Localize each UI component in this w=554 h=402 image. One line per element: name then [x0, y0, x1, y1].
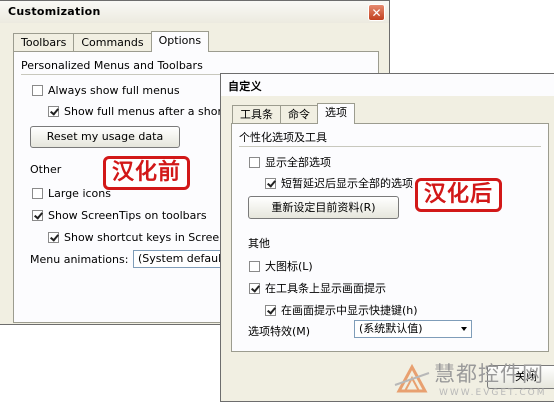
large-icons-checkbox[interactable]: Large icons	[32, 187, 111, 200]
tab-strip: 工具条 命令 选项	[232, 103, 355, 124]
checkbox-box[interactable]	[249, 282, 260, 294]
chevron-down-icon[interactable]	[461, 327, 467, 331]
show-shortcut-keys-checkbox[interactable]: Show shortcut keys in ScreenTips	[48, 231, 248, 244]
tab-options[interactable]: Options	[150, 31, 210, 52]
group-personalized-menus: Personalized Menus and Toolbars	[21, 59, 203, 72]
watermark-url: WWW.EVGET.COM	[439, 388, 547, 398]
title-bar: Customization ✕	[0, 1, 389, 23]
tab-commands[interactable]: Commands	[73, 33, 152, 52]
group-other: Other	[30, 163, 62, 176]
group-other: 其他	[248, 237, 270, 250]
checkbox-label: Always show full menus	[48, 84, 180, 97]
menu-animations-select[interactable]: (系统默认值)	[354, 320, 472, 338]
menu-animations-label: 选项特效(M)	[248, 325, 311, 338]
checkbox-label: Show ScreenTips on toolbars	[48, 209, 207, 222]
select-value: (System default)	[138, 252, 230, 265]
show-screentips-checkbox[interactable]: 在工具条上显示画面提示	[249, 280, 386, 296]
checkbox-box[interactable]	[249, 260, 260, 272]
stamp-after: 汉化后	[415, 178, 503, 212]
checkbox-label: 短暂延迟后显示全部的选项	[281, 177, 413, 190]
checkbox-box[interactable]	[32, 210, 43, 221]
select-value: (系统默认值)	[359, 322, 423, 335]
tab-strip: Toolbars Commands Options	[13, 31, 210, 52]
checkbox-box[interactable]	[32, 85, 43, 96]
always-show-full-menus-checkbox[interactable]: 显示全部选项	[249, 154, 331, 170]
dialog-title: Customization	[8, 5, 101, 18]
checkbox-label: 在工具条上显示画面提示	[265, 282, 386, 295]
checkbox-box[interactable]	[265, 304, 276, 316]
title-bar: 自定义	[221, 74, 554, 96]
checkbox-label: 显示全部选项	[265, 156, 331, 169]
checkbox-label: Large icons	[48, 187, 111, 200]
group-personalized-menus: 个性化选项及工具	[239, 131, 327, 144]
checkbox-box[interactable]	[32, 188, 43, 199]
show-shortcut-keys-checkbox[interactable]: 在画面提示中显示快捷键(h)	[265, 302, 418, 318]
checkbox-box[interactable]	[265, 177, 276, 189]
menu-animations-label: Menu animations:	[30, 253, 129, 266]
watermark-brand: 慧都控件网	[434, 362, 544, 386]
checkbox-box[interactable]	[249, 156, 260, 168]
show-full-menus-after-delay-checkbox[interactable]: 短暂延迟后显示全部的选项	[265, 175, 413, 191]
watermark: 慧都控件网 WWW.EVGET.COM	[393, 357, 553, 402]
stamp-before: 汉化前	[103, 156, 191, 190]
tab-options[interactable]: 选项	[317, 103, 355, 124]
watermark-logo-icon	[394, 363, 430, 393]
tab-commands[interactable]: 命令	[280, 105, 318, 124]
separator	[239, 146, 541, 147]
show-screentips-checkbox[interactable]: Show ScreenTips on toolbars	[32, 209, 207, 222]
checkbox-label: 在画面提示中显示快捷键(h)	[281, 304, 418, 317]
checkbox-box[interactable]	[48, 106, 59, 117]
customization-dialog-chinese: 自定义 工具条 命令 选项 个性化选项及工具 显示全部选项 短暂延迟后显示全部的…	[220, 73, 554, 402]
tab-toolbars[interactable]: Toolbars	[13, 33, 75, 52]
close-icon[interactable]: ✕	[368, 4, 385, 21]
reset-usage-data-button[interactable]: 重新设定目前资料(R)	[248, 196, 399, 219]
tab-toolbars[interactable]: 工具条	[232, 105, 281, 124]
large-icons-checkbox[interactable]: 大图标(L)	[249, 258, 313, 274]
always-show-full-menus-checkbox[interactable]: Always show full menus	[32, 84, 180, 97]
options-panel: 个性化选项及工具 显示全部选项 短暂延迟后显示全部的选项 重新设定目前资料(R)…	[231, 123, 549, 352]
reset-usage-data-button[interactable]: Reset my usage data	[30, 126, 180, 148]
dialog-title: 自定义	[228, 80, 262, 93]
checkbox-label: 大图标(L)	[265, 260, 313, 273]
checkbox-box[interactable]	[48, 232, 59, 243]
